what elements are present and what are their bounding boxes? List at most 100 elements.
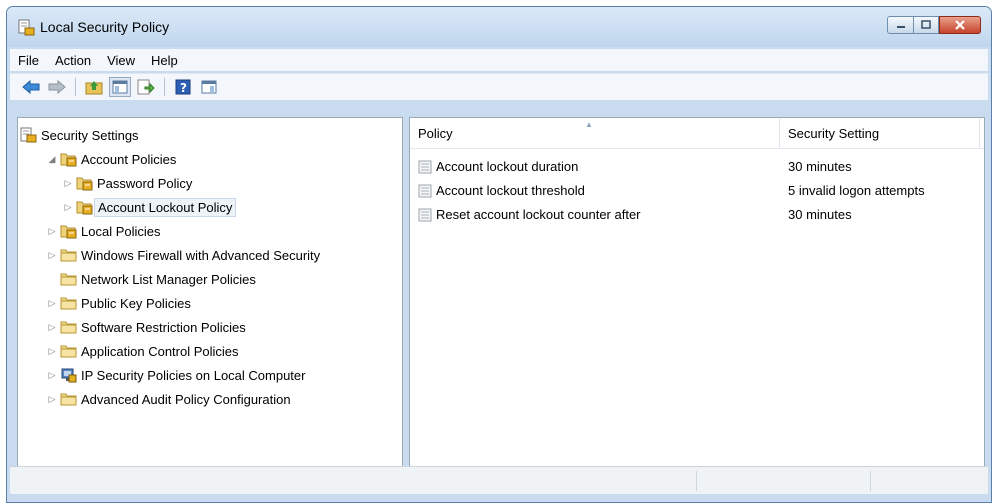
folder-icon [60,295,77,311]
svg-text:?: ? [180,81,187,95]
policy-folder-icon [76,199,93,215]
policy-setting-value: 5 invalid logon attempts [788,183,925,198]
tree-item[interactable]: Security Settings [18,124,139,146]
menu-view[interactable]: View [99,53,143,68]
menu-file[interactable]: File [10,53,47,68]
close-button[interactable] [939,16,981,34]
expand-arrow-icon[interactable]: ▷ [46,226,58,237]
console-icon [201,80,217,94]
tree-item-label: Security Settings [41,127,139,143]
folder-icon [60,391,77,407]
policy-setting-value: 30 minutes [788,159,852,174]
tree-item[interactable]: ▷ IP Security Policies on Local Computer [46,364,305,386]
tree-item-label: Account Policies [81,151,177,167]
up-folder-button[interactable] [83,77,105,97]
tree-pane[interactable]: Security Settings ◢ Account Policies ▷ Passw… [17,117,403,470]
list-pane[interactable]: ▲ Policy Security Setting Account lockou… [409,117,985,470]
expand-arrow-icon[interactable]: ▷ [46,250,58,261]
sort-ascending-icon: ▲ [585,120,593,129]
expand-arrow-icon[interactable]: ▷ [62,202,74,213]
console-button[interactable] [198,77,220,97]
tree-item-label: Windows Firewall with Advanced Security [81,247,321,263]
policy-setting-value: 30 minutes [788,207,852,222]
expand-arrow-icon[interactable]: ▷ [46,370,58,381]
ip-security-icon [60,367,77,383]
policy-row[interactable]: Account lockout threshold 5 invalid logo… [410,179,984,203]
minimize-icon [896,26,905,28]
export-list-button[interactable] [135,77,157,97]
menu-help[interactable]: Help [143,53,186,68]
content-area: Security Settings ◢ Account Policies ▷ Passw… [17,117,985,472]
tree-item[interactable]: ▷ Public Key Policies [46,292,191,314]
tree-item-label: Public Key Policies [81,295,191,311]
back-button[interactable] [20,77,42,97]
column-header-label: Policy [418,125,453,141]
expand-arrow-icon[interactable]: ▷ [46,346,58,357]
policy-row[interactable]: Account lockout duration 30 minutes [410,155,984,179]
up-folder-icon [85,81,103,95]
policy-folder-icon [60,223,77,239]
policy-name: Account lockout threshold [436,183,585,198]
tree-item[interactable]: ▷ Application Control Policies [46,340,239,362]
forward-button[interactable] [46,77,68,97]
help-button[interactable]: ? [172,77,194,97]
tree-item-label: Local Policies [81,223,161,239]
tree-item-label: Password Policy [97,175,193,191]
column-header-policy[interactable]: ▲ Policy [410,118,780,148]
expand-arrow-icon[interactable]: ▷ [46,298,58,309]
show-tree-button[interactable] [109,77,131,97]
tree-item[interactable]: ▷ Password Policy [62,172,192,194]
header-divider [410,148,984,149]
title-bar[interactable]: Local Security Policy [7,7,991,47]
policy-setting-icon [418,160,432,173]
column-header-security-setting[interactable]: Security Setting [780,118,980,148]
close-icon [955,20,965,30]
export-list-icon [137,79,155,95]
minimize-button[interactable] [887,16,913,34]
expand-arrow-icon[interactable]: ▷ [62,178,74,189]
forward-icon [48,80,66,94]
policy-setting-icon [418,208,432,221]
policy-row[interactable]: Reset account lockout counter after 30 m… [410,203,984,227]
maximize-button[interactable] [913,16,939,34]
tree-item[interactable]: ▷ Software Restriction Policies [46,316,246,338]
toolbar: ? [10,73,988,100]
maximize-icon [921,20,931,29]
tree-item-label: Application Control Policies [81,343,239,359]
policy-setting-icon [418,184,432,197]
tree-item[interactable]: Network List Manager Policies [46,268,256,290]
expand-arrow-icon[interactable]: ▷ [46,394,58,405]
folder-icon [60,343,77,359]
tree-item[interactable]: ▷ Account Lockout Policy [62,196,237,218]
policy-name: Account lockout duration [436,159,579,174]
help-icon: ? [175,79,191,95]
tree-item-label: Account Lockout Policy [94,197,237,217]
folder-icon [60,319,77,335]
back-icon [22,80,40,94]
expand-arrow-icon[interactable]: ▷ [46,322,58,333]
policy-folder-icon [76,175,93,191]
column-header-label: Security Setting [788,125,880,141]
folder-icon [60,271,77,287]
toolbar-separator [164,78,165,96]
tree-item[interactable]: ▷ Windows Firewall with Advanced Security [46,244,321,266]
show-tree-icon [112,80,128,94]
security-settings-icon [20,127,37,143]
window-title: Local Security Policy [40,19,170,35]
tree-item[interactable]: ▷ Advanced Audit Policy Configuration [46,388,291,410]
tree-item-label: Network List Manager Policies [81,271,256,287]
menu-bar: File Action View Help [10,49,988,71]
tree-item[interactable]: ◢ Account Policies [46,148,176,170]
toolbar-separator [75,78,76,96]
status-separator [870,471,871,491]
status-bar [10,466,988,494]
menu-action[interactable]: Action [47,53,99,68]
policy-folder-icon [60,151,77,167]
tree-item[interactable]: ▷ Local Policies [46,220,161,242]
tree-item-label: Advanced Audit Policy Configuration [81,391,291,407]
status-separator [696,471,697,491]
tree-item-label: Software Restriction Policies [81,319,246,335]
security-policy-icon [18,19,35,36]
collapse-arrow-icon[interactable]: ◢ [46,154,58,165]
app-window: Local Security Policy File Action View H… [6,6,992,503]
